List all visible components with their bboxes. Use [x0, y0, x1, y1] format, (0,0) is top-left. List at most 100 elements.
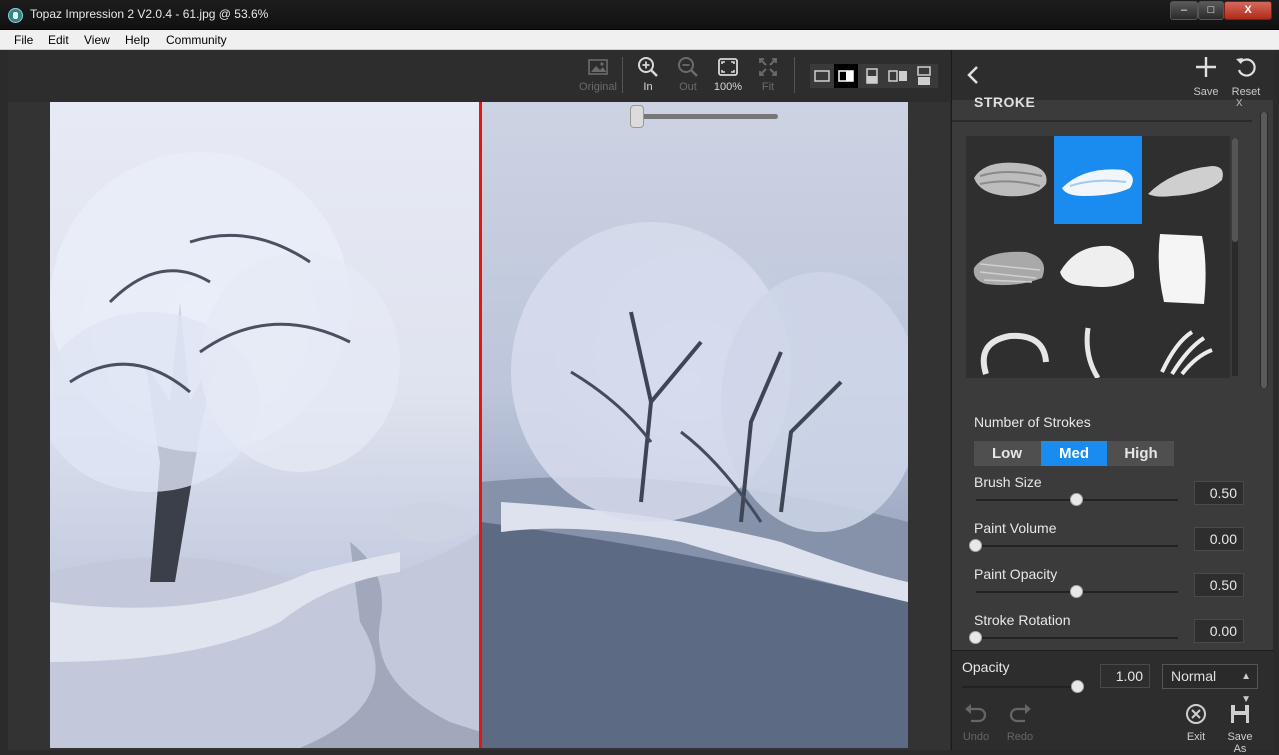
- close-window-button[interactable]: X: [1224, 1, 1272, 20]
- zoom-100-button[interactable]: 100%: [708, 56, 748, 93]
- painted-image-half: [481, 102, 908, 748]
- reset-icon: [1236, 58, 1256, 77]
- single-view-button[interactable]: [810, 64, 834, 88]
- slider-track[interactable]: [976, 545, 1178, 547]
- menu-community[interactable]: Community: [166, 33, 227, 47]
- zoom-in-label: In: [643, 81, 653, 93]
- blend-mode-value: Normal: [1171, 668, 1217, 684]
- app-logo-icon: [8, 8, 23, 23]
- redo-button[interactable]: Redo: [1000, 703, 1040, 743]
- stroke-preset-4[interactable]: [966, 224, 1054, 312]
- undo-button[interactable]: Undo: [956, 703, 996, 743]
- zoom-out-button[interactable]: Out: [668, 56, 708, 93]
- stroke-preset-7[interactable]: [966, 312, 1054, 378]
- original-button[interactable]: Original: [578, 56, 618, 93]
- split-vertical-view-button[interactable]: [860, 64, 884, 88]
- strokes-low-button[interactable]: Low: [974, 441, 1040, 466]
- blend-mode-select[interactable]: Normal ▲ ▼: [1162, 664, 1258, 705]
- preview-image[interactable]: [50, 102, 908, 748]
- slider-value-field[interactable]: 0.00: [1194, 619, 1244, 643]
- slider-handle[interactable]: [1070, 493, 1083, 506]
- menu-edit[interactable]: Edit: [48, 33, 69, 47]
- opacity-slider-track[interactable]: [962, 686, 1078, 688]
- opacity-value-field[interactable]: 1.00: [1100, 664, 1150, 688]
- zoom-100-label: 100%: [713, 81, 743, 93]
- panel-footer: Opacity 1.00 Normal ▲ ▼ Undo Redo Exit S…: [952, 650, 1274, 755]
- single-view-icon: [814, 70, 830, 82]
- plus-icon: [1196, 57, 1216, 77]
- zoom-slider-handle[interactable]: [630, 105, 644, 128]
- toolbar-divider: [622, 57, 623, 93]
- title-bar: Topaz Impression 2 V2.0.4 - 61.jpg @ 53.…: [0, 0, 1279, 30]
- stroke-preset-3[interactable]: [1142, 136, 1230, 224]
- slider-value-field[interactable]: 0.50: [1194, 573, 1244, 597]
- side-by-side-view-button[interactable]: [886, 64, 910, 88]
- stroke-preset-9[interactable]: [1142, 312, 1230, 378]
- view-mode-group: [810, 64, 938, 88]
- menu-file[interactable]: File: [14, 33, 33, 47]
- minimize-button[interactable]: –: [1170, 1, 1198, 20]
- section-close-icon[interactable]: x: [1236, 94, 1243, 109]
- back-arrow-icon[interactable]: [964, 64, 982, 86]
- redo-icon: [1009, 704, 1031, 723]
- stroke-preset-5[interactable]: [1054, 224, 1142, 312]
- brush-stroke-icon: [980, 332, 1049, 375]
- original-label: Original: [579, 81, 617, 93]
- slider-label: Brush Size: [974, 474, 1042, 490]
- zoom-in-icon: [638, 57, 658, 77]
- slider-track[interactable]: [976, 637, 1178, 639]
- save-label: Save: [1193, 86, 1219, 98]
- split-view-button[interactable]: [834, 64, 858, 88]
- panel-scrollbar[interactable]: [1260, 112, 1268, 388]
- number-of-strokes-selector: Low Med High: [974, 441, 1174, 466]
- stroke-brush-grid: [966, 136, 1230, 378]
- zoom-in-button[interactable]: In: [628, 56, 668, 93]
- maximize-button[interactable]: □: [1198, 1, 1224, 20]
- fit-button[interactable]: Fit: [748, 56, 788, 93]
- image-canvas[interactable]: [8, 102, 950, 750]
- stroke-preset-2[interactable]: [1054, 136, 1142, 224]
- brush-grid-scrollbar[interactable]: [1232, 138, 1238, 376]
- menu-bar: File Edit View Help Community: [0, 30, 1279, 50]
- brush-stroke-icon: [1148, 166, 1223, 197]
- zoom-slider-track[interactable]: [636, 114, 778, 119]
- opacity-slider-handle[interactable]: [1071, 680, 1084, 693]
- panel-scroll-thumb[interactable]: [1261, 112, 1267, 388]
- stroke-preset-6[interactable]: [1142, 224, 1230, 312]
- exit-button[interactable]: Exit: [1176, 703, 1216, 743]
- exit-icon: [1186, 704, 1206, 724]
- menu-view[interactable]: View: [84, 33, 110, 47]
- stroke-preset-8[interactable]: [1054, 312, 1142, 378]
- brush-stroke-icon: [1062, 169, 1133, 196]
- side-by-side-icon: [888, 70, 907, 82]
- section-title: STROKE: [974, 94, 1036, 110]
- image-icon: [588, 59, 608, 75]
- fit-screen-icon: [759, 58, 777, 76]
- opacity-label: Opacity: [962, 659, 1010, 675]
- brush-stroke-icon: [974, 162, 1047, 197]
- slider-handle[interactable]: [1070, 585, 1083, 598]
- slider-value-field[interactable]: 0.00: [1194, 527, 1244, 551]
- strokes-med-button[interactable]: Med: [1041, 441, 1107, 466]
- strokes-high-button[interactable]: High: [1108, 441, 1174, 466]
- stroke-preset-1[interactable]: [966, 136, 1054, 224]
- reset-button[interactable]: Reset: [1228, 55, 1264, 98]
- slider-handle[interactable]: [969, 539, 982, 552]
- slider-value-field[interactable]: 0.50: [1194, 481, 1244, 505]
- zoom-out-label: Out: [679, 81, 697, 93]
- save-as-button[interactable]: Save As: [1220, 703, 1260, 755]
- slider-handle[interactable]: [969, 631, 982, 644]
- split-divider[interactable]: [479, 102, 482, 748]
- menu-help[interactable]: Help: [125, 33, 150, 47]
- undo-label: Undo: [962, 731, 990, 743]
- save-button[interactable]: Save: [1188, 55, 1224, 98]
- zoom-out-icon: [678, 57, 698, 77]
- split-view-icon: [838, 70, 854, 82]
- stacked-view-button[interactable]: [912, 64, 936, 88]
- original-image-half: [50, 102, 481, 748]
- app-window: Topaz Impression 2 V2.0.4 - 61.jpg @ 53.…: [0, 0, 1279, 755]
- number-of-strokes-label: Number of Strokes: [974, 414, 1091, 430]
- brush-grid-scroll-thumb[interactable]: [1232, 138, 1238, 242]
- brush-stroke-icon: [973, 251, 1044, 286]
- settings-panel: Save Reset STROKE x Number of Strokes Lo…: [951, 50, 1274, 755]
